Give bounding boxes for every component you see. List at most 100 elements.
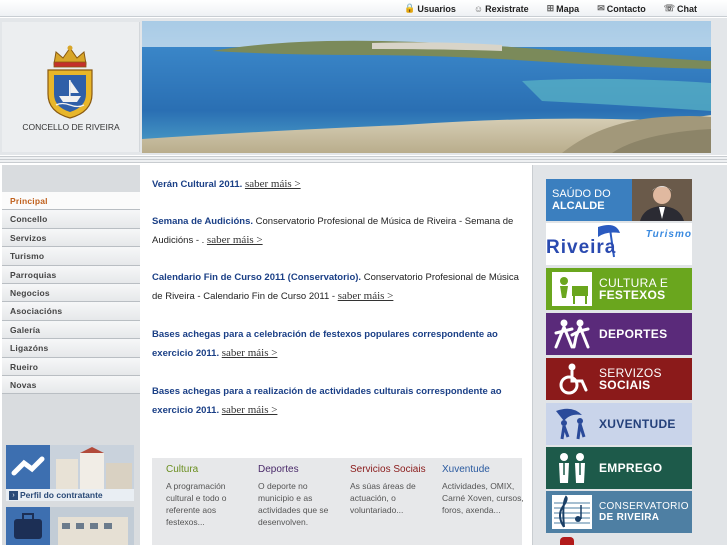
- sidebar-item-turismo[interactable]: Turismo: [2, 247, 140, 266]
- category-xuventude[interactable]: Xuventude Actividades, OMIX, Carné Xoven…: [442, 464, 528, 516]
- category-desc: Actividades, OMIX, Carné Xoven, cursos, …: [442, 481, 524, 515]
- news-item: Calendario Fin de Curso 2011 (Conservato…: [152, 268, 527, 306]
- right-column: SAÚDO DO ALCALDE Riveira Turismo CULTURA…: [532, 165, 727, 545]
- button-label: CONSERVATORIO DE RIVEIRA: [599, 491, 689, 533]
- mayor-greeting-label: SAÚDO DO ALCALDE: [552, 179, 611, 221]
- sidebar-item-principal[interactable]: Principal: [2, 192, 140, 211]
- category-panel: Cultura A programación cultural e todo o…: [152, 458, 524, 545]
- category-servicios-sociais[interactable]: Servicios Sociais As súas áreas de actua…: [350, 464, 436, 516]
- button-label: CULTURA E FESTEXOS: [599, 268, 668, 310]
- news-title[interactable]: Semana de Audicións.: [152, 216, 253, 227]
- category-deportes[interactable]: Deportes O deporte no municipio e as act…: [258, 464, 344, 528]
- category-title: Servicios Sociais: [350, 464, 426, 475]
- top-link-rexistrate[interactable]: ☺ Rexistrate: [474, 3, 529, 14]
- top-link-usuarios[interactable]: 🔒 Usuarios: [404, 3, 456, 14]
- sidebar-item-asociacions[interactable]: Asociacións: [2, 302, 140, 321]
- sidebar-item-rueiro[interactable]: Rueiro: [2, 357, 140, 376]
- category-desc: As súas áreas de actuación, o voluntaria…: [350, 481, 416, 515]
- category-desc: A programación cultural e todo o referen…: [166, 481, 227, 527]
- arrow-icon: ›: [9, 491, 18, 500]
- button-line2: DE RIVEIRA: [599, 512, 660, 523]
- button-line1: XUVENTUDE: [599, 417, 676, 431]
- category-title: Cultura: [166, 464, 199, 475]
- category-cultura[interactable]: Cultura A programación cultural e todo o…: [166, 464, 252, 528]
- news-item: Bases achegas para a realización de acti…: [152, 382, 527, 420]
- news-title[interactable]: Verán Cultural 2011.: [152, 179, 242, 190]
- decorative-badge-icon: [560, 537, 574, 545]
- category-title: Deportes: [258, 464, 299, 475]
- news-title[interactable]: Bases achegas para a celebración de fest…: [152, 329, 498, 359]
- category-title: Xuventude: [442, 464, 490, 475]
- read-more-link[interactable]: saber máis >: [222, 404, 278, 416]
- coat-of-arms-icon: [47, 45, 93, 119]
- xuventude-button[interactable]: XUVENTUDE: [546, 403, 692, 445]
- top-link-label: Mapa: [556, 3, 580, 14]
- category-desc: O deporte no municipio e as actividades …: [258, 481, 329, 527]
- lock-icon: 🔒: [404, 3, 416, 13]
- servizos-sociais-button[interactable]: SERVIZOS SOCIAIS: [546, 358, 692, 400]
- mayor-greeting-button[interactable]: SAÚDO DO ALCALDE: [546, 179, 692, 221]
- top-link-label: Usuarios: [417, 3, 456, 14]
- header-divider: [0, 156, 727, 163]
- button-line1: DEPORTES: [599, 327, 668, 341]
- emprego-button[interactable]: EMPREGO: [546, 447, 692, 489]
- sidebar-item-galeria[interactable]: Galería: [2, 320, 140, 340]
- sidebar-nav: Principal Concello Servizos Turismo Parr…: [2, 192, 140, 395]
- sidebar-item-ligazons[interactable]: Ligazóns: [2, 339, 140, 358]
- main-content: Verán Cultural 2011. saber máis > Semana…: [140, 165, 532, 545]
- sidebar-item-negocios[interactable]: Negocios: [2, 283, 140, 303]
- news-item: Verán Cultural 2011. saber máis >: [152, 175, 527, 194]
- envelope-icon: ✉: [597, 3, 605, 13]
- button-line1: EMPREGO: [599, 461, 663, 475]
- read-more-link[interactable]: saber máis >: [207, 234, 263, 246]
- culture-icon: [552, 272, 592, 306]
- chat-icon: ☏: [663, 3, 675, 13]
- button-line1: SAÚDO DO: [552, 188, 611, 200]
- logo-text: CONCELLO DE RIVEIRA: [22, 122, 120, 132]
- news-title[interactable]: Bases achegas para a realización de acti…: [152, 386, 502, 416]
- promo-label: Perfil do contratante: [6, 489, 134, 501]
- top-link-mapa[interactable]: ⊞ Mapa: [547, 3, 580, 14]
- briefcase-banner[interactable]: [6, 507, 134, 545]
- turismo-brand: Riveira: [546, 237, 617, 258]
- top-link-contacto[interactable]: ✉ Contacto: [597, 3, 646, 14]
- sitemap-icon: ⊞: [546, 3, 555, 13]
- conservatorio-button[interactable]: CONSERVATORIO DE RIVEIRA: [546, 491, 692, 533]
- riveira-turismo-button[interactable]: Riveira Turismo: [546, 223, 692, 265]
- news-title[interactable]: Calendario Fin de Curso 2011 (Conservato…: [152, 272, 361, 283]
- button-line2: SOCIAIS: [599, 378, 651, 392]
- left-column: Principal Concello Servizos Turismo Parr…: [2, 165, 140, 545]
- sidebar-item-novas[interactable]: Novas: [2, 375, 140, 395]
- user-icon: ☺: [473, 3, 484, 14]
- logo[interactable]: CONCELLO DE RIVEIRA: [2, 22, 140, 152]
- coastline-banner-image: [142, 21, 711, 153]
- button-line1: CONSERVATORIO: [599, 501, 689, 512]
- wheelchair-icon: [559, 363, 588, 395]
- employment-icon: [559, 453, 585, 483]
- youth-icon: [556, 408, 586, 440]
- top-bar: 🔒 Usuarios ☺ Rexistrate ⊞ Mapa ✉ Contact…: [0, 0, 727, 17]
- read-more-link[interactable]: saber máis >: [222, 347, 278, 359]
- button-line2: ALCALDE: [552, 200, 605, 212]
- sidebar-item-servizos[interactable]: Servizos: [2, 228, 140, 248]
- read-more-link[interactable]: saber máis >: [245, 178, 301, 190]
- sidebar-item-parroquias[interactable]: Parroquias: [2, 265, 140, 284]
- sports-icon: [554, 319, 590, 349]
- top-link-label: Contacto: [606, 3, 646, 14]
- briefcase-image: [6, 507, 134, 545]
- read-more-link[interactable]: saber máis >: [338, 290, 394, 302]
- top-link-chat[interactable]: ☏ Chat: [664, 3, 697, 14]
- button-label: DEPORTES: [599, 313, 667, 355]
- top-nav: 🔒 Usuarios ☺ Rexistrate ⊞ Mapa ✉ Contact…: [404, 3, 697, 14]
- button-label: EMPREGO: [599, 447, 662, 489]
- top-link-label: Rexistrate: [485, 3, 529, 14]
- turismo-word: Turismo: [645, 229, 692, 240]
- cultura-festexos-button[interactable]: CULTURA E FESTEXOS: [546, 268, 692, 310]
- top-link-label: Chat: [677, 3, 697, 14]
- perfil-contratante-banner[interactable]: Perfil do contratante ›: [6, 445, 134, 501]
- button-line2: FESTEXOS: [599, 288, 666, 302]
- news-item: Semana de Audicións. Conservatorio Profe…: [152, 212, 527, 250]
- music-icon: [552, 495, 592, 529]
- sidebar-item-concello[interactable]: Concello: [2, 210, 140, 229]
- deportes-button[interactable]: DEPORTES: [546, 313, 692, 355]
